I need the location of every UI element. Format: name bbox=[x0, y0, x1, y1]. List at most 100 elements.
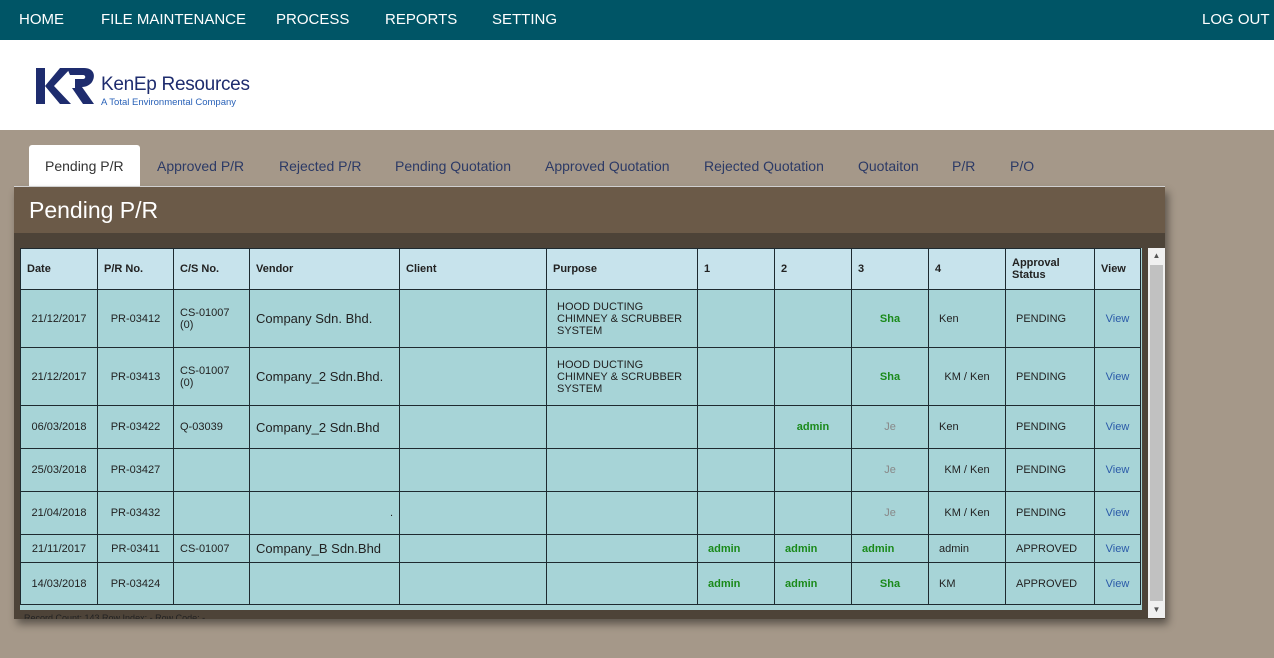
tab-approved-pr[interactable]: Approved P/R bbox=[157, 145, 244, 187]
view-link[interactable]: View bbox=[1094, 562, 1141, 605]
nav-setting[interactable]: SETTING bbox=[492, 0, 557, 40]
cell-approver-2: admin bbox=[774, 405, 852, 449]
cell-approver-3: Sha bbox=[851, 562, 929, 605]
col-header-purpose[interactable]: Purpose bbox=[546, 248, 698, 290]
tab-approved-quotation[interactable]: Approved Quotation bbox=[545, 145, 670, 187]
cell-vendor: . bbox=[249, 491, 400, 535]
cell-approval-status: PENDING bbox=[1005, 448, 1095, 492]
cell-purpose: HOOD DUCTING CHIMNEY & SCRUBBER SYSTEM bbox=[546, 347, 698, 406]
view-link[interactable]: View bbox=[1094, 347, 1141, 406]
cell-pr-no: PR-03427 bbox=[97, 448, 174, 492]
company-logo: KenEp Resources A Total Environmental Co… bbox=[34, 66, 250, 108]
tab-rejected-pr[interactable]: Rejected P/R bbox=[279, 145, 361, 187]
cell-approver-3: admin bbox=[851, 534, 929, 563]
table-row[interactable]: 21/12/2017 PR-03413 CS-01007 (0) Company… bbox=[20, 347, 1141, 406]
table-row[interactable]: 21/11/2017 PR-03411 CS-01007 Company_B S… bbox=[20, 534, 1141, 563]
nav-file-maintenance[interactable]: FILE MAINTENANCE bbox=[101, 0, 246, 40]
cell-client bbox=[399, 405, 547, 449]
cell-approver-1: admin bbox=[697, 534, 775, 563]
tab-po[interactable]: P/O bbox=[1010, 145, 1034, 187]
cell-pr-no: PR-03422 bbox=[97, 405, 174, 449]
view-link[interactable]: View bbox=[1094, 534, 1141, 563]
cell-approval-status: APPROVED bbox=[1005, 534, 1095, 563]
view-link[interactable]: View bbox=[1094, 448, 1141, 492]
cell-approver-1 bbox=[697, 405, 775, 449]
table-row[interactable]: 21/04/2018 PR-03432 . Je KM / Ken PENDIN… bbox=[20, 491, 1141, 535]
col-header-date[interactable]: Date bbox=[20, 248, 98, 290]
cell-vendor: Company Sdn. Bhd. bbox=[249, 289, 400, 348]
cell-approver-2: admin bbox=[774, 534, 852, 563]
cell-date: 21/11/2017 bbox=[20, 534, 98, 563]
table-row[interactable]: 14/03/2018 PR-03424 admin admin Sha KM A… bbox=[20, 562, 1141, 605]
cell-approver-4: KM bbox=[928, 562, 1006, 605]
cell-approver-1 bbox=[697, 448, 775, 492]
scrollbar-thumb[interactable] bbox=[1150, 265, 1163, 601]
cell-approver-1: admin bbox=[697, 562, 775, 605]
table-row[interactable]: 21/12/2017 PR-03412 CS-01007 (0) Company… bbox=[20, 289, 1141, 348]
col-header-approval-status[interactable]: Approval Status bbox=[1005, 248, 1095, 290]
cell-approval-status: PENDING bbox=[1005, 405, 1095, 449]
col-header-approver-4[interactable]: 4 bbox=[928, 248, 1006, 290]
top-nav-bar: HOME FILE MAINTENANCE PROCESS REPORTS SE… bbox=[0, 0, 1274, 40]
cell-date: 21/12/2017 bbox=[20, 289, 98, 348]
table-row[interactable]: 25/03/2018 PR-03427 Je KM / Ken PENDING … bbox=[20, 448, 1141, 492]
col-header-approver-3[interactable]: 3 bbox=[851, 248, 929, 290]
cell-approver-2 bbox=[774, 448, 852, 492]
cell-cs-no: CS-01007 (0) bbox=[173, 347, 250, 406]
nav-process[interactable]: PROCESS bbox=[276, 0, 349, 40]
cell-pr-no: PR-03424 bbox=[97, 562, 174, 605]
tab-pr[interactable]: P/R bbox=[952, 145, 975, 187]
col-header-client[interactable]: Client bbox=[399, 248, 547, 290]
pr-table: Date P/R No. C/S No. Vendor Client Purpo… bbox=[20, 248, 1141, 605]
col-header-approver-2[interactable]: 2 bbox=[774, 248, 852, 290]
cell-vendor: Company_2 Sdn.Bhd bbox=[249, 405, 400, 449]
cell-date: 06/03/2018 bbox=[20, 405, 98, 449]
cell-approver-4: Ken bbox=[928, 289, 1006, 348]
cell-cs-no bbox=[173, 448, 250, 492]
cell-pr-no: PR-03413 bbox=[97, 347, 174, 406]
scroll-down-arrow-icon[interactable]: ▼ bbox=[1148, 602, 1165, 618]
cell-approver-1 bbox=[697, 491, 775, 535]
cell-pr-no: PR-03432 bbox=[97, 491, 174, 535]
cell-client bbox=[399, 448, 547, 492]
cell-date: 25/03/2018 bbox=[20, 448, 98, 492]
cell-purpose bbox=[546, 491, 698, 535]
tab-quotation[interactable]: Quotaiton bbox=[858, 145, 919, 187]
cell-client bbox=[399, 562, 547, 605]
tab-pending-pr[interactable]: Pending P/R bbox=[29, 145, 140, 187]
col-header-cs-no[interactable]: C/S No. bbox=[173, 248, 250, 290]
cell-approver-4: admin bbox=[928, 534, 1006, 563]
cell-cs-no bbox=[173, 491, 250, 535]
tab-pending-quotation[interactable]: Pending Quotation bbox=[395, 145, 511, 187]
cell-approval-status: PENDING bbox=[1005, 347, 1095, 406]
col-header-view[interactable]: View bbox=[1094, 248, 1141, 290]
header: KenEp Resources A Total Environmental Co… bbox=[0, 40, 1274, 130]
cell-vendor bbox=[249, 562, 400, 605]
cell-approval-status: PENDING bbox=[1005, 491, 1095, 535]
cell-date: 21/12/2017 bbox=[20, 347, 98, 406]
cell-approver-2 bbox=[774, 347, 852, 406]
view-link[interactable]: View bbox=[1094, 405, 1141, 449]
cell-date: 14/03/2018 bbox=[20, 562, 98, 605]
nav-home[interactable]: HOME bbox=[19, 0, 64, 40]
col-header-approver-1[interactable]: 1 bbox=[697, 248, 775, 290]
scroll-up-arrow-icon[interactable]: ▲ bbox=[1148, 248, 1165, 264]
cell-purpose: HOOD DUCTING CHIMNEY & SCRUBBER SYSTEM bbox=[546, 289, 698, 348]
cell-approver-4: KM / Ken bbox=[928, 448, 1006, 492]
col-header-vendor[interactable]: Vendor bbox=[249, 248, 400, 290]
cell-purpose bbox=[546, 562, 698, 605]
cell-approver-3: Sha bbox=[851, 289, 929, 348]
cell-date: 21/04/2018 bbox=[20, 491, 98, 535]
col-header-pr-no[interactable]: P/R No. bbox=[97, 248, 174, 290]
vertical-scrollbar[interactable]: ▲ ▼ bbox=[1148, 248, 1165, 618]
cell-pr-no: PR-03412 bbox=[97, 289, 174, 348]
cell-approver-4: KM / Ken bbox=[928, 347, 1006, 406]
view-link[interactable]: View bbox=[1094, 491, 1141, 535]
cell-approval-status: APPROVED bbox=[1005, 562, 1095, 605]
view-link[interactable]: View bbox=[1094, 289, 1141, 348]
nav-logout[interactable]: LOG OUT bbox=[1202, 0, 1270, 40]
table-row[interactable]: 06/03/2018 PR-03422 Q-03039 Company_2 Sd… bbox=[20, 405, 1141, 449]
cell-approver-4: Ken bbox=[928, 405, 1006, 449]
tab-rejected-quotation[interactable]: Rejected Quotation bbox=[704, 145, 824, 187]
nav-reports[interactable]: REPORTS bbox=[385, 0, 457, 40]
